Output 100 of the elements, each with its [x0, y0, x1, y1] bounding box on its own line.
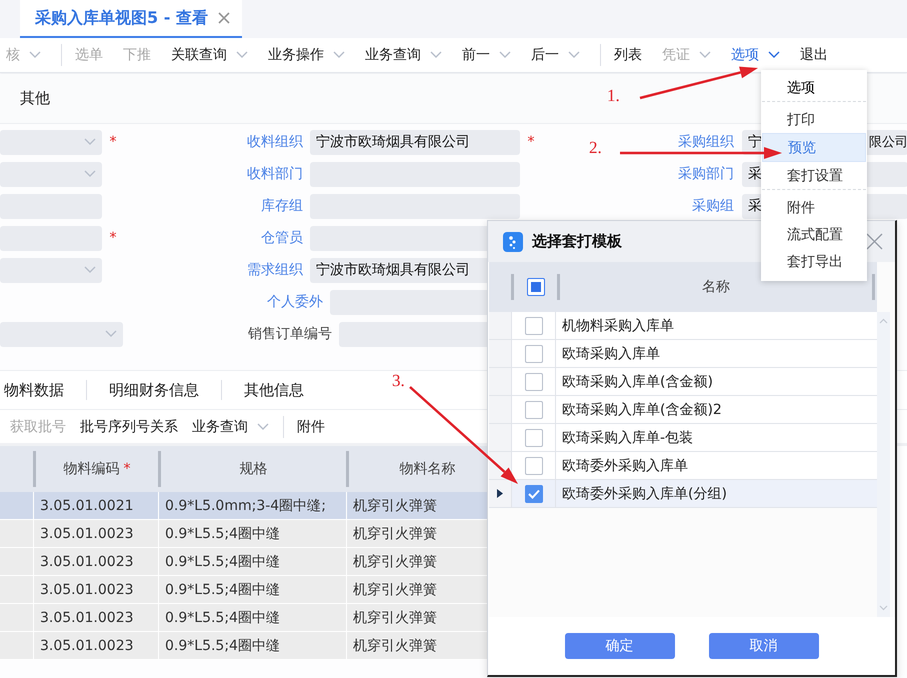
menu-item[interactable]: 套打导出 — [762, 248, 866, 275]
checkbox[interactable] — [524, 400, 542, 418]
menu-item[interactable]: 流式配置 — [762, 221, 866, 248]
dropdown-button[interactable]: 关联查询 — [165, 41, 254, 69]
template-icon — [503, 232, 523, 252]
field-link[interactable]: 库存组 — [261, 197, 303, 215]
caret-icon — [257, 422, 269, 430]
scrollbar[interactable] — [877, 312, 890, 617]
row-selector[interactable] — [0, 492, 33, 520]
table-cell: 0.9*L5.5;4圈中缝 — [158, 548, 346, 576]
template-row[interactable]: 欧琦采购入库单-包装 — [489, 424, 877, 452]
close-icon[interactable] — [866, 233, 883, 250]
current-row-icon — [497, 489, 503, 498]
step-label: 2. — [589, 138, 602, 157]
table-cell-text: 机物料采购入库单 — [561, 316, 675, 336]
dialog-title: 选择套打模板 — [532, 232, 622, 251]
checkbox[interactable] — [524, 428, 542, 446]
caret-icon — [768, 51, 780, 59]
required-mark: * — [528, 134, 534, 150]
table-cell: 3.05.01.0023 — [33, 520, 158, 548]
checkmark-icon — [528, 488, 540, 498]
menu-item[interactable]: 打印 — [762, 106, 866, 133]
detail-tab[interactable]: 明细财务信息 — [109, 380, 199, 400]
menu-header[interactable]: 选项 — [762, 74, 866, 102]
template-row[interactable]: 欧琦采购入库单 — [489, 340, 877, 368]
table-cell: 3.05.01.0023 — [33, 548, 158, 576]
row-selector[interactable] — [0, 520, 33, 548]
step-label: 3. — [392, 371, 405, 390]
dropdown-button[interactable]: 业务查询 — [186, 412, 275, 440]
field-link[interactable]: 个人委外 — [267, 293, 323, 311]
dropdown-field[interactable] — [0, 130, 102, 154]
caret-icon — [29, 51, 41, 59]
caret-icon — [699, 51, 711, 59]
chevron-up-icon[interactable] — [879, 318, 888, 324]
select-all-checkbox[interactable] — [526, 278, 544, 296]
caret-icon — [333, 51, 345, 59]
template-row[interactable]: 机物料采购入库单 — [489, 312, 877, 340]
table-cell-text: 欧琦采购入库单(含金额) — [561, 372, 714, 392]
detail-tab[interactable]: 物料数据 — [4, 380, 64, 400]
table-cell-text: 欧琦采购入库单-包装 — [561, 428, 694, 448]
dropdown-button[interactable]: 后一 — [525, 41, 586, 69]
detail-tab[interactable]: 其他信息 — [244, 380, 304, 400]
caret-icon — [499, 51, 511, 59]
field-link[interactable]: 需求组织 — [247, 261, 303, 279]
step-label: 1. — [607, 86, 620, 105]
dialog-button[interactable]: 确定 — [564, 633, 674, 659]
table-cell: 3.05.01.0023 — [33, 632, 158, 660]
field-link[interactable]: 仓管员 — [261, 229, 303, 247]
caret-icon — [84, 266, 96, 274]
toolbar-button[interactable]: 列表 — [600, 44, 648, 66]
checkbox[interactable] — [524, 316, 542, 334]
required-mark: * — [110, 230, 116, 246]
template-row[interactable]: 欧琦委外采购入库单 — [489, 452, 877, 480]
document-tab[interactable]: 采购入库单视图5 - 查看 — [20, 0, 242, 38]
checkbox[interactable] — [524, 456, 542, 474]
toolbar-button[interactable]: 退出 — [794, 41, 834, 69]
required-mark: * — [110, 134, 116, 150]
caret-icon — [84, 170, 96, 178]
section-tab[interactable]: 其他 — [20, 89, 50, 108]
table-cell: 0.9*L5.5;4圈中缝 — [158, 520, 346, 548]
dropdown-field[interactable] — [0, 162, 102, 186]
field-label: 销售订单编号 — [248, 325, 332, 343]
menu-item[interactable]: 套打设置 — [762, 162, 866, 190]
table-cell: 3.05.01.0021 — [33, 492, 158, 520]
dropdown-field[interactable] — [0, 258, 102, 282]
dropdown-button[interactable]: 业务查询 — [359, 41, 448, 69]
table-cell: 0.9*L5.0mm;3-4圈中缝; — [158, 492, 346, 520]
input-field[interactable] — [310, 194, 520, 218]
menu-item[interactable]: 预览 — [762, 133, 866, 162]
dropdown-button[interactable]: 业务操作 — [262, 41, 351, 69]
chevron-down-icon[interactable] — [879, 605, 888, 611]
field-link[interactable]: 采购组 — [692, 197, 734, 215]
checkbox[interactable] — [524, 484, 542, 502]
template-row[interactable]: 欧琦采购入库单(含金额)2 — [489, 396, 877, 424]
template-row[interactable]: 欧琦采购入库单(含金额) — [489, 368, 877, 396]
field-link[interactable]: 采购组织 — [678, 133, 734, 151]
caret-icon — [105, 330, 117, 338]
checkbox[interactable] — [524, 372, 542, 390]
table-cell: 0.9*L5.5;4圈中缝 — [158, 604, 346, 632]
toolbar-button[interactable]: 附件 — [283, 416, 331, 438]
checkbox[interactable] — [524, 344, 542, 362]
dropdown-field[interactable] — [0, 322, 123, 346]
menu-item[interactable]: 附件 — [762, 194, 866, 221]
template-row[interactable]: 欧琦委外采购入库单(分组) — [489, 480, 877, 508]
caret-icon — [430, 51, 442, 59]
table-cell-text: 欧琦采购入库单(含金额)2 — [561, 400, 723, 420]
input-field[interactable]: 宁波市欧琦烟具有限公司 — [310, 130, 520, 154]
dropdown-button[interactable]: 选项 — [725, 41, 786, 69]
toolbar-button[interactable]: 批号序列号关系 — [74, 412, 184, 440]
close-icon[interactable] — [218, 12, 230, 24]
table-cell-text: 欧琦委外采购入库单(分组) — [561, 484, 728, 504]
table-cell-text: 欧琦采购入库单 — [561, 344, 661, 364]
dialog-button[interactable]: 取消 — [708, 633, 818, 659]
dropdown-button[interactable]: 前一 — [456, 41, 517, 69]
table-cell-text: 欧琦委外采购入库单 — [561, 456, 689, 476]
field-link[interactable]: 收料组织 — [247, 133, 303, 151]
field-link[interactable]: 采购部门 — [678, 165, 734, 183]
table-cell: 3.05.01.0023 — [33, 604, 158, 632]
caret-icon — [84, 138, 96, 146]
field-link[interactable]: 收料部门 — [247, 165, 303, 183]
